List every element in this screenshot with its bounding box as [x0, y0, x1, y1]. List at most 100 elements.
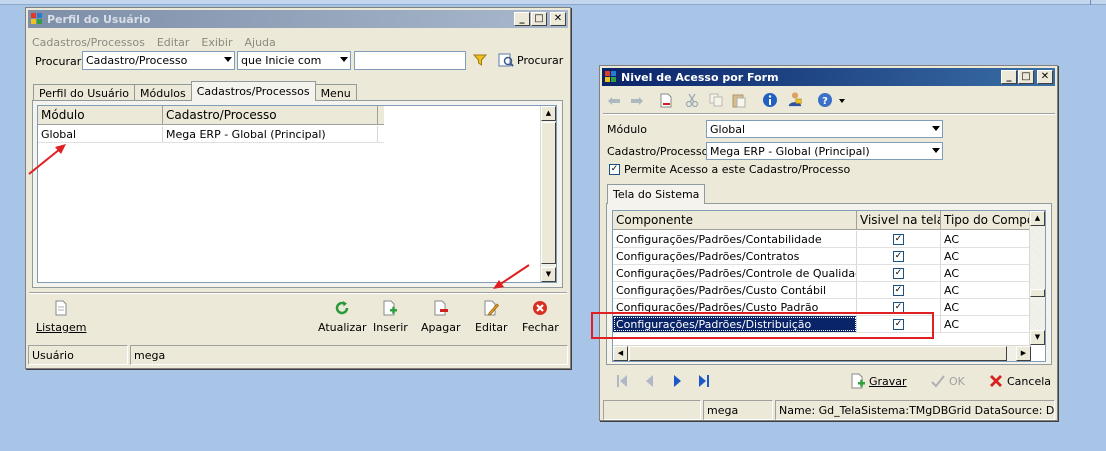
visivel-checkbox[interactable]: ✓ [893, 250, 904, 262]
menu-exibir[interactable]: Exibir [201, 36, 232, 49]
hscroll-thumb[interactable] [629, 346, 1007, 361]
cell-visivel[interactable]: ✓ [857, 265, 941, 281]
cadastro-select[interactable]: Mega ERP - Global (Principal) [706, 142, 943, 160]
cadastros-grid[interactable]: Módulo Cadastro/Processo Global Mega ERP… [37, 105, 557, 283]
scroll-left-button[interactable]: ◀ [613, 346, 628, 361]
menu-editar[interactable]: Editar [157, 36, 190, 49]
scroll-up-button[interactable]: ▲ [1030, 211, 1045, 226]
table-row-selected[interactable]: Configurações/Padrões/Distribuição ✓ AC [613, 316, 1031, 333]
search-field-select[interactable]: Cadastro/Processo [82, 51, 235, 70]
gravar-button[interactable]: Gravar [850, 373, 907, 389]
cell-tipo: AC [941, 316, 1031, 332]
cell-tipo: AC [941, 248, 1031, 264]
permite-acesso-checkbox[interactable]: ✓ Permite Acesso a este Cadastro/Process… [609, 163, 850, 176]
listagem-button[interactable]: Listagem [36, 300, 86, 334]
close-button[interactable]: ✕ [550, 12, 566, 26]
table-row[interactable]: Configurações/Padrões/Controle de Qualid… [613, 265, 1031, 282]
tab-cadastros-processos[interactable]: Cadastros/Processos [190, 81, 316, 101]
cell-visivel[interactable]: ✓ [857, 282, 941, 298]
scroll-right-button[interactable]: ▶ [1016, 346, 1031, 361]
tab-strip: Tela do Sistema [607, 183, 706, 204]
grid-vertical-scrollbar[interactable]: ▲ ▼ [1029, 211, 1045, 345]
minimize-button[interactable]: _ [514, 12, 530, 26]
tab-panel: Componente Visivel na tela Tipo do Compo… [606, 203, 1052, 365]
user-icon[interactable] [787, 91, 803, 107]
desktop-top-strip [0, 0, 1106, 5]
procurar-button[interactable]: Procurar [498, 52, 563, 68]
undo-icon[interactable] [606, 93, 622, 109]
visivel-checkbox[interactable]: ✓ [893, 233, 904, 245]
cancela-button[interactable]: Cancela [988, 373, 1051, 389]
scroll-up-button[interactable]: ▲ [541, 106, 556, 121]
paste-icon[interactable] [731, 92, 747, 108]
visivel-checkbox[interactable]: ✓ [893, 284, 904, 296]
info-icon[interactable] [762, 92, 778, 108]
tab-modulos[interactable]: Módulos [134, 84, 192, 101]
tab-tela-sistema[interactable]: Tela do Sistema [607, 184, 706, 204]
help-icon[interactable]: ? [817, 92, 833, 108]
cell-visivel[interactable]: ✓ [857, 316, 941, 332]
maximize-button[interactable]: □ [531, 12, 547, 26]
tab-perfil-usuario[interactable]: Perfil do Usuário [33, 84, 136, 101]
modulo-select[interactable]: Global [706, 120, 943, 138]
visivel-checkbox[interactable]: ✓ [893, 301, 904, 313]
visivel-checkbox[interactable]: ✓ [893, 267, 904, 279]
scroll-down-button[interactable]: ▼ [1030, 330, 1045, 345]
scroll-down-button[interactable]: ▼ [541, 267, 556, 282]
cell-modulo: Global [38, 126, 163, 142]
grid-vertical-scrollbar[interactable]: ▲ ▼ [540, 106, 556, 282]
table-row[interactable]: Configurações/Padrões/Contratos ✓ AC [613, 248, 1031, 265]
cell-visivel[interactable]: ✓ [857, 231, 941, 247]
ok-label: OK [949, 374, 965, 388]
col-header-tipo[interactable]: Tipo do Compo [941, 211, 1031, 229]
col-header-visivel[interactable]: Visivel na tela [857, 211, 941, 229]
maximize-button[interactable]: □ [1018, 70, 1034, 84]
visivel-checkbox[interactable]: ✓ [893, 318, 904, 330]
filter-icon[interactable] [472, 52, 488, 68]
inserir-button[interactable]: Inserir [373, 300, 408, 334]
componentes-grid[interactable]: Componente Visivel na tela Tipo do Compo… [612, 210, 1046, 362]
cell-tipo: AC [941, 231, 1031, 247]
cell-componente: Configurações/Padrões/Contratos [613, 248, 857, 264]
next-record-icon[interactable] [670, 373, 686, 389]
apagar-button[interactable]: Apagar [421, 300, 461, 334]
search-input[interactable] [354, 51, 466, 70]
perfil-usuario-titlebar[interactable]: Perfil do Usuário _ □ ✕ [28, 10, 568, 28]
permite-check-box[interactable]: ✓ [609, 164, 620, 175]
scroll-thumb[interactable] [541, 122, 556, 264]
first-record-icon[interactable] [614, 373, 630, 389]
minimize-button[interactable]: _ [1001, 70, 1017, 84]
scroll-thumb[interactable] [1030, 289, 1045, 297]
table-row[interactable]: Global Mega ERP - Global (Principal) [38, 126, 384, 143]
search-icon [498, 53, 514, 67]
table-row[interactable]: Configurações/Padrões/Contabilidade ✓ AC [613, 231, 1031, 248]
previous-record-icon[interactable] [641, 373, 657, 389]
search-mode-select[interactable]: que Inicie com [237, 51, 351, 70]
cancela-label: Cancela [1007, 374, 1052, 388]
atualizar-label: Atualizar [318, 321, 367, 334]
menu-cadastros-processos[interactable]: Cadastros/Processos [32, 36, 145, 49]
ok-button[interactable]: OK [930, 373, 965, 389]
grid-horizontal-scrollbar[interactable]: ◀ ▶ [613, 345, 1031, 361]
new-document-icon[interactable] [658, 92, 674, 108]
atualizar-button[interactable]: Atualizar [318, 300, 367, 334]
col-header-cadastro[interactable]: Cadastro/Processo [163, 106, 378, 124]
col-header-modulo[interactable]: Módulo [38, 106, 163, 124]
cell-visivel[interactable]: ✓ [857, 299, 941, 315]
grid-header: Componente Visivel na tela Tipo do Compo [613, 211, 1031, 230]
redo-icon[interactable] [629, 93, 645, 109]
cut-icon[interactable] [684, 92, 700, 108]
table-row[interactable]: Configurações/Padrões/Custo Padrão ✓ AC [613, 299, 1031, 316]
fechar-button[interactable]: Fechar [522, 300, 559, 334]
cell-visivel[interactable]: ✓ [857, 248, 941, 264]
editar-button[interactable]: Editar [475, 300, 508, 334]
tab-menu[interactable]: Menu [314, 84, 357, 101]
menu-ajuda[interactable]: Ajuda [244, 36, 275, 49]
last-record-icon[interactable] [696, 373, 712, 389]
close-button[interactable]: ✕ [1037, 70, 1053, 84]
help-dropdown-icon[interactable] [834, 93, 850, 109]
copy-icon[interactable] [708, 92, 724, 108]
nivel-acesso-titlebar[interactable]: Nivel de Acesso por Form _ □ ✕ [602, 68, 1055, 86]
col-header-componente[interactable]: Componente [613, 211, 857, 229]
table-row[interactable]: Configurações/Padrões/Custo Contábil ✓ A… [613, 282, 1031, 299]
